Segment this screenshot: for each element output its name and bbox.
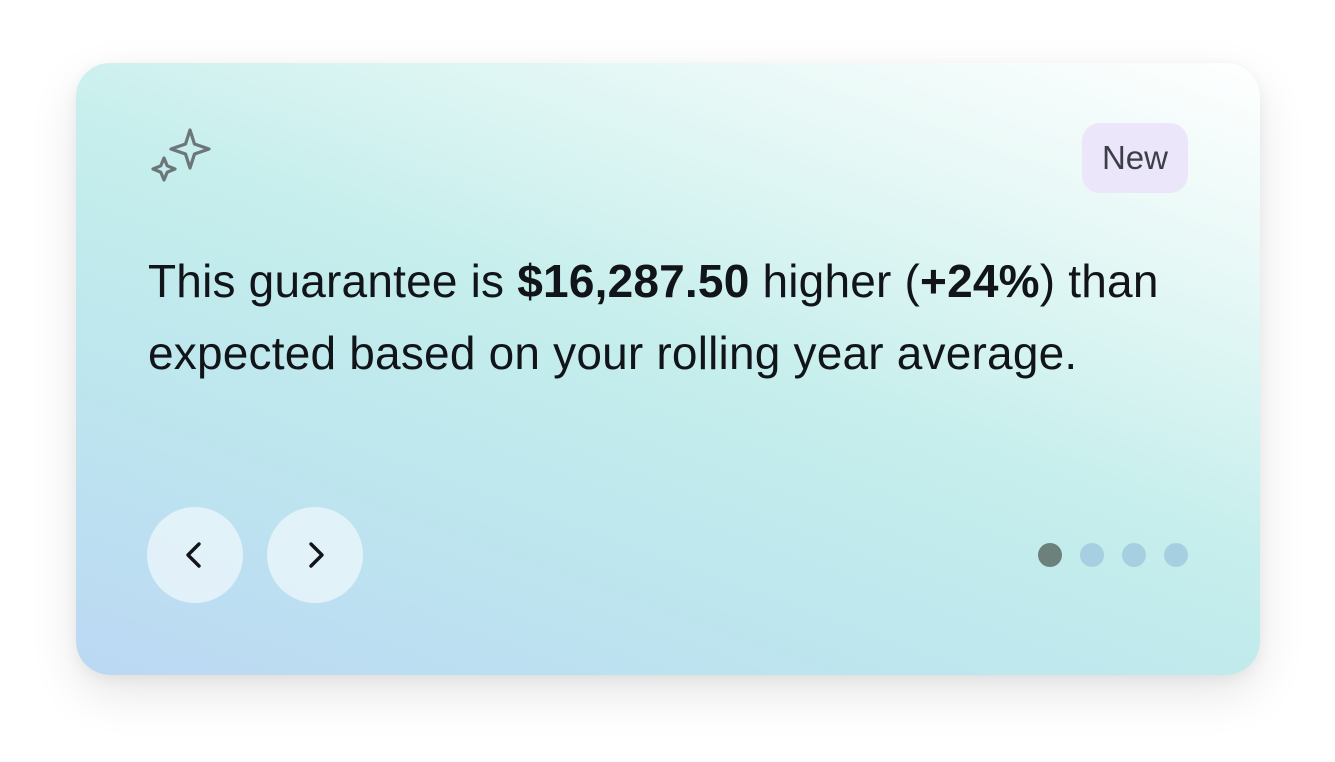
sparkles-icon (151, 128, 211, 182)
chevron-left-icon (186, 542, 201, 568)
insight-message: This guarantee is $16,287.50 higher (+24… (148, 245, 1178, 389)
pagination-dots (1038, 543, 1188, 567)
chevron-right-icon (309, 542, 324, 568)
pagination-dot[interactable] (1164, 543, 1188, 567)
message-text-part1: This guarantee is (148, 255, 518, 307)
previous-button[interactable] (147, 507, 243, 603)
page-background: New This guarantee is $16,287.50 higher … (0, 0, 1335, 762)
pagination-dot[interactable] (1080, 543, 1104, 567)
pagination-dot[interactable] (1038, 543, 1062, 567)
next-button[interactable] (267, 507, 363, 603)
new-badge: New (1081, 123, 1188, 193)
insight-card: New This guarantee is $16,287.50 higher … (76, 63, 1260, 675)
difference-percent: +24% (920, 255, 1040, 307)
pagination-dot[interactable] (1122, 543, 1146, 567)
difference-amount: $16,287.50 (517, 255, 750, 307)
message-text-part2: higher ( (749, 255, 921, 307)
